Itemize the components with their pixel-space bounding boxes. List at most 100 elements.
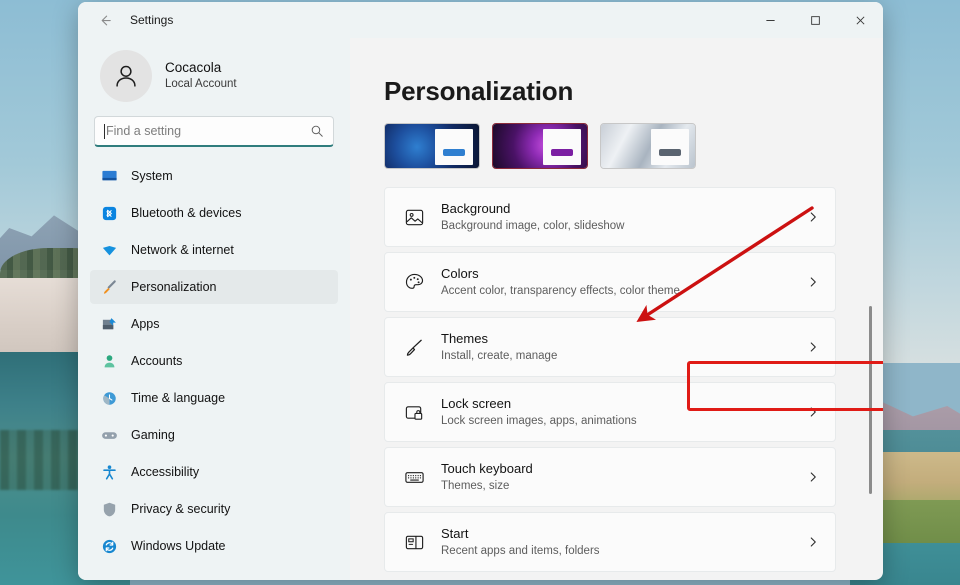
row-title: Lock screen: [441, 395, 806, 413]
minimize-button[interactable]: [748, 2, 793, 38]
paintbrush-icon: [401, 337, 427, 358]
main-scrollbar[interactable]: [865, 38, 877, 580]
theme-window-preview: [435, 129, 473, 165]
accounts-icon: [100, 352, 118, 370]
theme-accent-bar: [443, 149, 465, 156]
scrollbar-thumb[interactable]: [869, 306, 872, 494]
row-text: Colors Accent color, transparency effect…: [441, 265, 806, 300]
row-text: Touch keyboard Themes, size: [441, 460, 806, 495]
account-subtitle: Local Account: [165, 77, 237, 93]
window-title: Settings: [130, 13, 173, 27]
settings-row-lock-screen[interactable]: Lock screen Lock screen images, apps, an…: [384, 382, 836, 442]
row-title: Colors: [441, 265, 806, 283]
sidebar-item-label: Bluetooth & devices: [131, 206, 242, 220]
theme-card-bloom-dark[interactable]: [384, 123, 480, 169]
sidebar-item-personalization[interactable]: Personalization: [90, 270, 338, 304]
settings-window: Settings: [78, 2, 883, 580]
sidebar-item-label: Accounts: [131, 354, 182, 368]
settings-row-start[interactable]: Start Recent apps and items, folders: [384, 512, 836, 572]
sidebar-item-label: Gaming: [131, 428, 175, 442]
chevron-right-icon: [806, 405, 820, 419]
paintbrush-icon: [100, 278, 118, 296]
update-icon: [100, 537, 118, 555]
maximize-button[interactable]: [793, 2, 838, 38]
text-caret: [104, 124, 105, 139]
row-subtitle: Themes, size: [441, 478, 806, 495]
sidebar-item-label: Accessibility: [131, 465, 199, 479]
theme-card-purple-glow[interactable]: [492, 123, 588, 169]
settings-row-colors[interactable]: Colors Accent color, transparency effect…: [384, 252, 836, 312]
keyboard-icon: [401, 467, 427, 488]
settings-row-touch-keyboard[interactable]: Touch keyboard Themes, size: [384, 447, 836, 507]
theme-card-flow-light[interactable]: [600, 123, 696, 169]
person-icon: [111, 61, 141, 91]
row-title: Themes: [441, 330, 806, 348]
sidebar-item-label: Privacy & security: [131, 502, 230, 516]
chevron-right-icon: [806, 275, 820, 289]
row-subtitle: Install, create, manage: [441, 348, 806, 365]
row-title: Background: [441, 200, 806, 218]
chevron-right-icon: [806, 470, 820, 484]
sidebar-item-label: Personalization: [131, 280, 216, 294]
window-controls: [748, 2, 883, 38]
row-title: Touch keyboard: [441, 460, 806, 478]
sidebar-nav: System Bluetooth & devices: [90, 157, 338, 566]
row-subtitle: Recent apps and items, folders: [441, 543, 806, 560]
sidebar-item-label: Network & internet: [131, 243, 234, 257]
theme-accent-bar: [551, 149, 573, 156]
back-arrow-icon: [98, 13, 113, 28]
settings-row-background[interactable]: Background Background image, color, slid…: [384, 187, 836, 247]
palette-icon: [401, 272, 427, 293]
theme-preview-strip: [384, 123, 883, 169]
sidebar-item-network-internet[interactable]: Network & internet: [90, 233, 338, 267]
page-title: Personalization: [384, 76, 883, 107]
shield-icon: [100, 500, 118, 518]
back-button[interactable]: [88, 5, 122, 35]
sidebar-item-accessibility[interactable]: Accessibility: [90, 455, 338, 489]
account-block[interactable]: Cocacola Local Account: [90, 38, 338, 116]
sidebar-item-windows-update[interactable]: Windows Update: [90, 529, 338, 563]
theme-window-preview: [543, 129, 581, 165]
avatar: [100, 50, 152, 102]
row-subtitle: Accent color, transparency effects, colo…: [441, 283, 806, 300]
search-input[interactable]: Find a setting: [94, 116, 334, 147]
search-placeholder: Find a setting: [106, 124, 310, 138]
row-text: Themes Install, create, manage: [441, 330, 806, 365]
sidebar-item-gaming[interactable]: Gaming: [90, 418, 338, 452]
search-wrapper: Find a setting: [90, 116, 338, 157]
sidebar-item-label: Apps: [131, 317, 160, 331]
sidebar-item-apps[interactable]: Apps: [90, 307, 338, 341]
row-text: Start Recent apps and items, folders: [441, 525, 806, 560]
row-text: Lock screen Lock screen images, apps, an…: [441, 395, 806, 430]
start-layout-icon: [401, 532, 427, 553]
theme-accent-bar: [659, 149, 681, 156]
sidebar: Cocacola Local Account Find a setting: [78, 38, 350, 580]
title-bar: Settings: [78, 2, 883, 38]
sidebar-item-label: Time & language: [131, 391, 225, 405]
system-icon: [100, 167, 118, 185]
sidebar-item-label: Windows Update: [131, 539, 226, 553]
chevron-right-icon: [806, 340, 820, 354]
apps-icon: [100, 315, 118, 333]
sidebar-item-bluetooth-devices[interactable]: Bluetooth & devices: [90, 196, 338, 230]
maximize-icon: [810, 15, 821, 26]
chevron-right-icon: [806, 210, 820, 224]
window-body: Cocacola Local Account Find a setting: [78, 38, 883, 580]
settings-row-themes[interactable]: Themes Install, create, manage: [384, 317, 836, 377]
close-button[interactable]: [838, 2, 883, 38]
chevron-right-icon: [806, 535, 820, 549]
bluetooth-icon: [100, 204, 118, 222]
clock-icon: [100, 389, 118, 407]
lock-screen-icon: [401, 402, 427, 423]
sidebar-item-system[interactable]: System: [90, 159, 338, 193]
row-subtitle: Background image, color, slideshow: [441, 218, 806, 235]
sidebar-item-accounts[interactable]: Accounts: [90, 344, 338, 378]
gamepad-icon: [100, 426, 118, 444]
sidebar-item-privacy-security[interactable]: Privacy & security: [90, 492, 338, 526]
search-icon: [310, 124, 324, 138]
minimize-icon: [765, 15, 776, 26]
sidebar-item-time-language[interactable]: Time & language: [90, 381, 338, 415]
settings-list: Background Background image, color, slid…: [384, 187, 836, 572]
account-name: Cocacola: [165, 59, 237, 77]
close-icon: [855, 15, 866, 26]
